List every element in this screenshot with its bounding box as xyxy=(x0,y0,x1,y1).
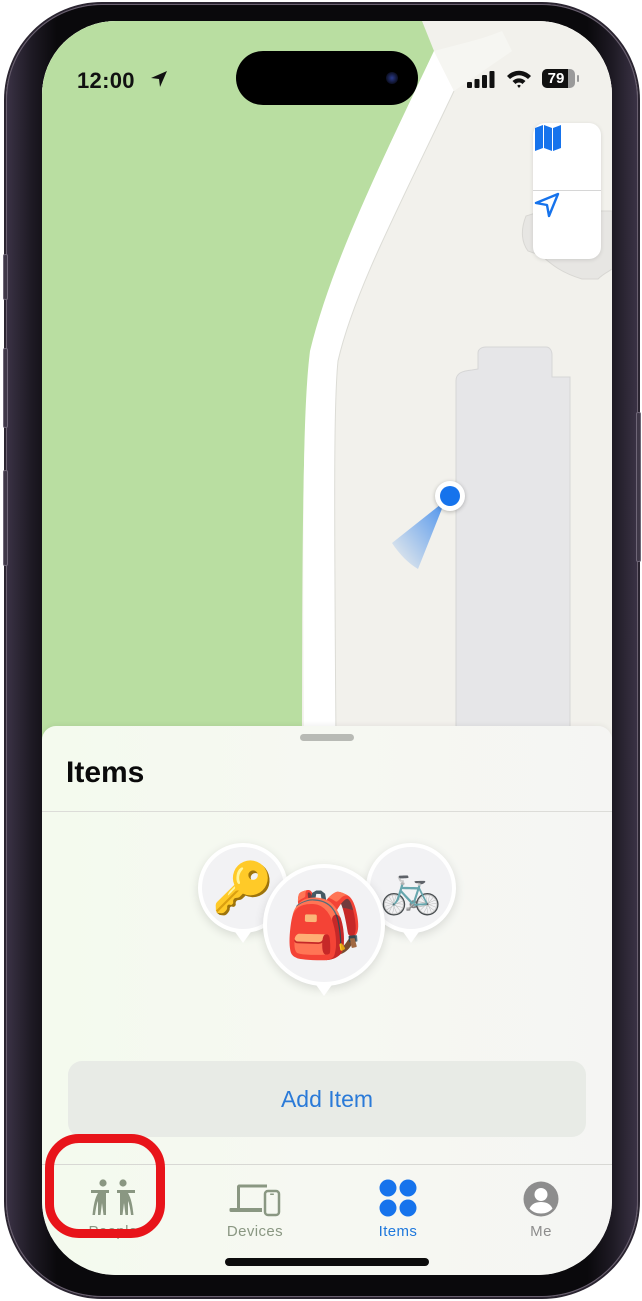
key-icon: 🔑 xyxy=(211,860,275,916)
volume-down-button xyxy=(3,470,8,566)
battery-indicator: 79 xyxy=(542,69,575,88)
devices-icon xyxy=(229,1184,281,1217)
add-item-label: Add Item xyxy=(280,1085,374,1112)
map-icon xyxy=(535,125,561,151)
bubble-tail xyxy=(401,929,421,943)
building-tall xyxy=(455,346,571,741)
items-icon xyxy=(379,1179,417,1217)
location-services-icon xyxy=(151,71,167,87)
location-arrow-icon xyxy=(534,192,560,218)
tab-me[interactable]: Me xyxy=(470,1165,612,1245)
tab-devices[interactable]: Devices xyxy=(184,1165,326,1245)
screen: 12:00 79 Items 🔑 🚲 🎒 Add Item People Dev… xyxy=(42,21,612,1275)
phone-frame: 12:00 79 Items 🔑 🚲 🎒 Add Item People Dev… xyxy=(3,4,641,1297)
tab-label: Me xyxy=(530,1223,552,1240)
tab-items[interactable]: Items xyxy=(327,1165,469,1245)
action-button xyxy=(3,254,8,300)
bubble-tail xyxy=(233,929,253,943)
sheet-title: Items xyxy=(66,756,145,789)
dynamic-island xyxy=(236,51,418,105)
front-camera xyxy=(386,72,398,84)
sheet-divider xyxy=(42,811,612,812)
sheet-grabber[interactable] xyxy=(300,734,354,741)
add-item-button[interactable]: Add Item xyxy=(68,1061,586,1137)
home-indicator[interactable] xyxy=(225,1258,429,1266)
items-sheet: Items 🔑 🚲 🎒 Add Item People Devices Item… xyxy=(42,726,612,1275)
status-time: 12:00 xyxy=(77,68,135,93)
recenter-location-button[interactable] xyxy=(533,191,601,259)
tab-label: Items xyxy=(378,1223,418,1240)
map-canvas xyxy=(42,21,612,741)
map-controls xyxy=(533,123,601,259)
map-mode-button[interactable] xyxy=(533,123,601,191)
user-location-dot-inner xyxy=(440,486,460,506)
battery-tip xyxy=(577,75,579,82)
item-bubble-backpack[interactable]: 🎒 xyxy=(263,864,385,996)
power-button xyxy=(636,412,641,562)
tab-people[interactable]: People xyxy=(42,1165,184,1245)
backpack-icon: 🎒 xyxy=(284,889,364,961)
tab-label: People xyxy=(88,1223,138,1240)
tab-bar: People Devices Items Me xyxy=(42,1165,612,1255)
bicycle-icon: 🚲 xyxy=(379,860,443,916)
status-bar: 12:00 79 xyxy=(42,21,612,111)
volume-up-button xyxy=(3,348,8,428)
map-view[interactable] xyxy=(42,21,612,741)
person-circle-icon xyxy=(523,1181,559,1217)
battery-percent: 79 xyxy=(547,70,565,87)
cellular-signal-icon xyxy=(467,71,495,88)
people-icon xyxy=(91,1179,135,1215)
user-location-dot[interactable] xyxy=(435,481,465,511)
bubble-tail xyxy=(314,982,334,996)
wifi-icon xyxy=(507,70,531,88)
tab-label: Devices xyxy=(226,1223,284,1240)
